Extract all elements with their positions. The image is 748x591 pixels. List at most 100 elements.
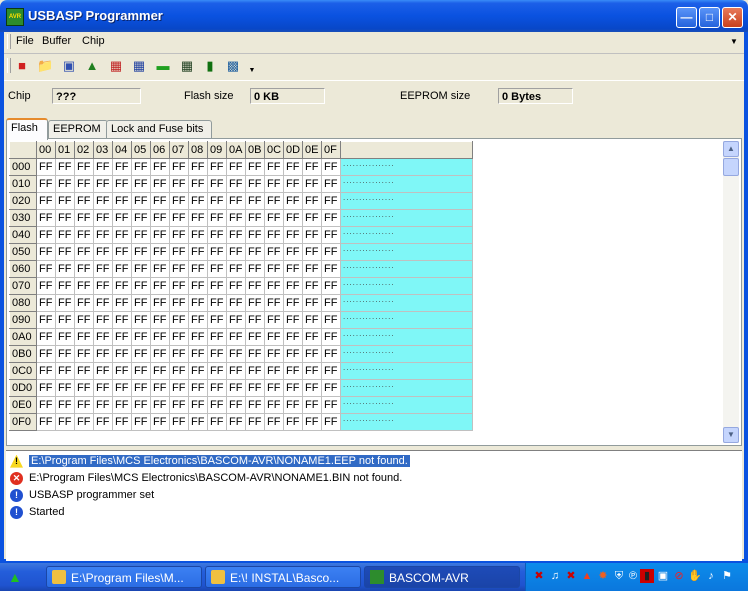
hex-cell[interactable]: FF <box>93 345 113 363</box>
hex-cell[interactable]: FF <box>264 396 284 414</box>
chip-read-flash-icon[interactable]: ▦ <box>179 58 195 74</box>
hex-cell[interactable]: FF <box>283 209 303 227</box>
hex-cell[interactable]: FF <box>302 328 322 346</box>
hex-cell[interactable]: FF <box>321 226 341 244</box>
hex-cell[interactable]: FF <box>112 260 132 278</box>
hex-cell[interactable]: FF <box>226 226 246 244</box>
ascii-cell[interactable]: ................ <box>340 209 473 227</box>
hex-cell[interactable]: FF <box>226 209 246 227</box>
hex-cell[interactable]: FF <box>169 192 189 210</box>
hex-cell[interactable]: FF <box>264 192 284 210</box>
ascii-cell[interactable]: ................ <box>340 192 473 210</box>
open-folder-icon[interactable]: 📁 <box>37 58 53 74</box>
hex-cell[interactable]: FF <box>283 243 303 261</box>
hex-cell[interactable]: FF <box>150 311 170 329</box>
hex-grid[interactable]: 00 01 02 03 04 05 06 07 08 09 0A 0B 0C 0D 0E 0F 000 FF FF… <box>9 141 473 431</box>
app-tray-icon[interactable]: ▮ <box>640 569 654 583</box>
hex-cell[interactable]: FF <box>169 226 189 244</box>
hex-cell[interactable]: FF <box>283 277 303 295</box>
hex-cell[interactable]: FF <box>283 311 303 329</box>
hex-cell[interactable]: FF <box>245 243 265 261</box>
hex-cell[interactable]: FF <box>150 277 170 295</box>
hex-cell[interactable]: FF <box>321 158 341 176</box>
hex-cell[interactable]: FF <box>321 277 341 295</box>
hex-cell[interactable]: FF <box>169 311 189 329</box>
chip-green-icon[interactable]: ▬ <box>155 58 171 74</box>
ascii-cell[interactable]: ................ <box>340 277 473 295</box>
hex-cell[interactable]: FF <box>131 413 151 431</box>
hex-cell[interactable]: FF <box>302 243 322 261</box>
hex-cell[interactable]: FF <box>245 260 265 278</box>
program-chip-icon[interactable]: ▦ <box>108 58 124 74</box>
hex-cell[interactable]: FF <box>188 192 208 210</box>
hex-cell[interactable]: FF <box>245 311 265 329</box>
taskbar-button-program-files[interactable]: E:\Program Files\M... <box>46 566 202 588</box>
hex-cell[interactable]: FF <box>74 362 94 380</box>
hex-cell[interactable]: FF <box>207 379 227 397</box>
hex-cell[interactable]: FF <box>321 260 341 278</box>
hex-cell[interactable]: FF <box>207 413 227 431</box>
hex-cell[interactable]: FF <box>169 209 189 227</box>
hex-cell[interactable]: FF <box>321 345 341 363</box>
log-entry[interactable]: ! E:\Program Files\MCS Electronics\BASCOM… <box>10 453 410 469</box>
menu-buffer[interactable]: Buffer <box>42 35 71 47</box>
hex-cell[interactable]: FF <box>131 328 151 346</box>
hex-cell[interactable]: FF <box>55 294 75 312</box>
hex-cell[interactable]: FF <box>112 158 132 176</box>
hex-cell[interactable]: FF <box>112 294 132 312</box>
hex-cell[interactable]: FF <box>264 379 284 397</box>
hex-vertical-scrollbar[interactable]: ▲ ▼ <box>723 141 739 443</box>
tab-eeprom[interactable]: EEPROM <box>48 120 108 139</box>
hex-cell[interactable]: FF <box>74 175 94 193</box>
hex-cell[interactable]: FF <box>283 226 303 244</box>
hex-cell[interactable]: FF <box>264 158 284 176</box>
hex-cell[interactable]: FF <box>302 260 322 278</box>
hex-cell[interactable]: FF <box>36 226 56 244</box>
hex-cell[interactable]: FF <box>74 158 94 176</box>
hex-cell[interactable]: FF <box>302 158 322 176</box>
hex-cell[interactable]: FF <box>188 413 208 431</box>
hex-cell[interactable]: FF <box>55 260 75 278</box>
hex-cell[interactable]: FF <box>226 243 246 261</box>
hex-cell[interactable]: FF <box>245 396 265 414</box>
hex-cell[interactable]: FF <box>36 362 56 380</box>
hex-cell[interactable]: FF <box>169 260 189 278</box>
hex-cell[interactable]: FF <box>131 379 151 397</box>
minimize-button[interactable]: — <box>676 7 697 28</box>
hex-cell[interactable]: FF <box>245 379 265 397</box>
bluetooth-icon[interactable]: ℗ <box>626 569 640 583</box>
hex-cell[interactable]: FF <box>207 158 227 176</box>
hex-cell[interactable]: FF <box>321 379 341 397</box>
hex-cell[interactable]: FF <box>302 396 322 414</box>
save-icon[interactable]: ▣ <box>61 58 77 74</box>
hex-cell[interactable]: FF <box>188 243 208 261</box>
hex-cell[interactable]: FF <box>55 328 75 346</box>
hex-cell[interactable]: FF <box>207 260 227 278</box>
hex-cell[interactable]: FF <box>207 328 227 346</box>
hex-cell[interactable]: FF <box>226 294 246 312</box>
hex-cell[interactable]: FF <box>188 226 208 244</box>
hex-cell[interactable]: FF <box>36 311 56 329</box>
hex-cell[interactable]: FF <box>188 328 208 346</box>
hex-cell[interactable]: FF <box>93 243 113 261</box>
hex-cell[interactable]: FF <box>264 260 284 278</box>
hex-cell[interactable]: FF <box>283 396 303 414</box>
maximize-button[interactable]: □ <box>699 7 720 28</box>
hex-cell[interactable]: FF <box>112 226 132 244</box>
hex-cell[interactable]: FF <box>264 311 284 329</box>
hex-cell[interactable]: FF <box>226 311 246 329</box>
menu-grip[interactable] <box>7 34 11 49</box>
hex-cell[interactable]: FF <box>74 277 94 295</box>
hex-cell[interactable]: FF <box>264 294 284 312</box>
hex-cell[interactable]: FF <box>93 260 113 278</box>
hex-cell[interactable]: FF <box>245 192 265 210</box>
hex-cell[interactable]: FF <box>321 396 341 414</box>
hex-cell[interactable]: FF <box>188 379 208 397</box>
hex-cell[interactable]: FF <box>245 277 265 295</box>
hex-cell[interactable]: FF <box>245 294 265 312</box>
hex-cell[interactable]: FF <box>36 243 56 261</box>
hex-cell[interactable]: FF <box>93 209 113 227</box>
network-error-icon[interactable]: ✖ <box>564 569 578 583</box>
hex-cell[interactable]: FF <box>226 413 246 431</box>
ascii-cell[interactable]: ................ <box>340 345 473 363</box>
